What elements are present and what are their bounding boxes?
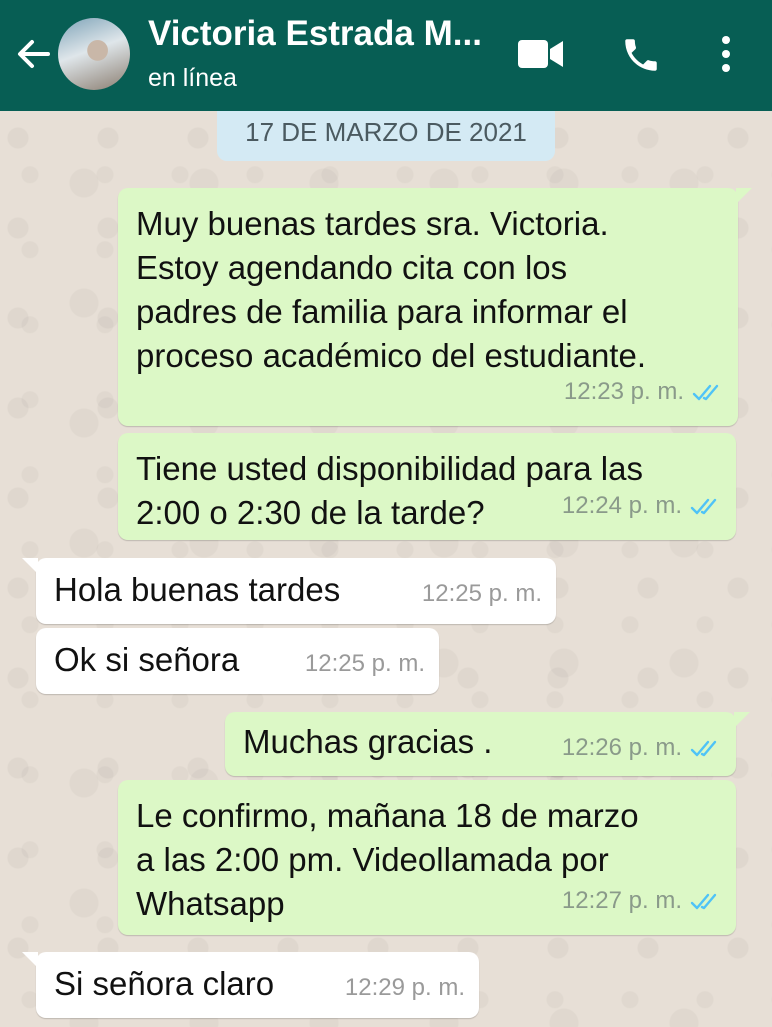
message-time: 12:27 p. m. [561,887,682,914]
back-arrow-icon[interactable] [14,34,54,74]
double-check-icon [690,498,717,514]
bubble-tail [22,558,38,574]
message-text: Si señora claro [54,965,275,1002]
contact-status: en línea [148,64,237,92]
bubble-tail [736,188,752,204]
double-check-icon [690,740,717,756]
message-text: Ok si señora [54,641,240,678]
bubble-tail [734,712,750,728]
message-text: Muy buenas tardes sra. Victoria. Estoy a… [136,205,646,374]
phone-icon[interactable] [620,34,662,81]
message-meta: 12:26 p. m. [562,726,722,770]
double-check-icon [692,384,719,400]
message-bubble-incoming[interactable]: Hola buenas tardes 12:25 p. m. [22,558,556,624]
message-time: 12:23 p. m. [563,378,684,405]
message-bubble-outgoing[interactable]: Tiene usted disponibilidad para las 2:00… [118,433,736,540]
message-bubble-outgoing[interactable]: Le confirmo, mañana 18 de marzo a las 2:… [118,780,736,935]
message-time: 12:29 p. m. [344,974,465,1001]
message-time: 12:26 p. m. [561,734,682,761]
message-bubble-outgoing[interactable]: Muchas gracias . 12:26 p. m. [225,712,750,776]
message-bubble-incoming[interactable]: Si señora claro 12:29 p. m. [22,952,479,1018]
message-bubble-outgoing[interactable]: Muy buenas tardes sra. Victoria. Estoy a… [118,188,752,426]
more-vert-icon[interactable] [716,34,736,79]
message-time: 12:24 p. m. [561,492,682,519]
message-bubble-incoming[interactable]: Ok si señora 12:25 p. m. [36,628,439,694]
bubble-tail [22,952,38,968]
message-time: 12:25 p. m. [304,650,425,677]
contact-name[interactable]: Victoria Estrada M... [148,14,498,54]
double-check-icon [690,893,717,909]
video-call-icon[interactable] [518,38,564,75]
message-meta: 12:24 p. m. [562,484,722,528]
message-meta: 12:27 p. m. [562,879,722,923]
message-text: Hola buenas tardes [54,571,341,608]
message-text: Muchas gracias . [243,723,493,760]
message-meta: 12:23 p. m. [564,370,724,414]
message-time: 12:25 p. m. [421,580,542,607]
avatar[interactable] [58,18,130,90]
chat-header: Victoria Estrada M... en línea [0,0,772,111]
date-separator: 17 DE MARZO DE 2021 [217,111,555,161]
